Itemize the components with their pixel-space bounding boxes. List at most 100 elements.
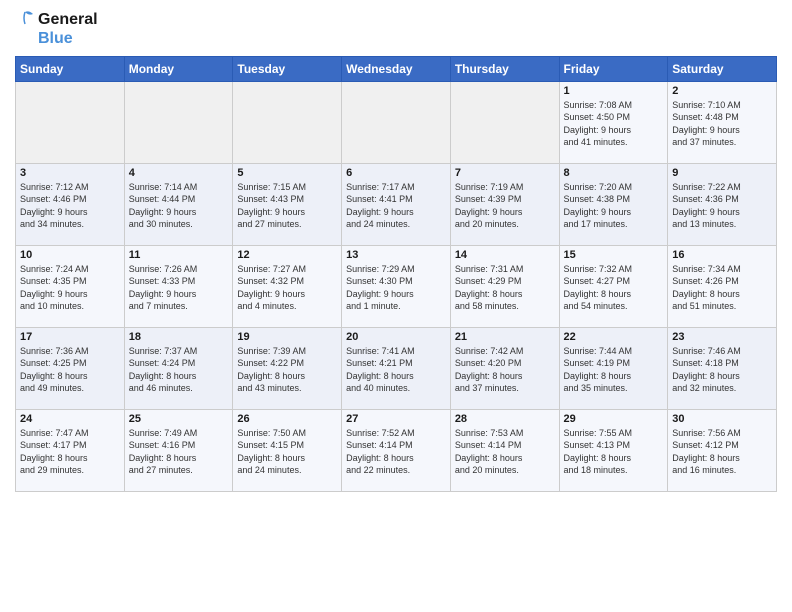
day-number: 22 xyxy=(564,331,664,343)
day-info: Sunrise: 7:47 AM Sunset: 4:17 PM Dayligh… xyxy=(20,427,120,477)
day-info: Sunrise: 7:46 AM Sunset: 4:18 PM Dayligh… xyxy=(672,345,772,395)
day-number: 15 xyxy=(564,249,664,261)
day-info: Sunrise: 7:26 AM Sunset: 4:33 PM Dayligh… xyxy=(129,263,229,313)
calendar-cell: 29 Sunrise: 7:55 AM Sunset: 4:13 PM Dayli… xyxy=(559,409,668,491)
day-info: Sunrise: 7:56 AM Sunset: 4:12 PM Dayligh… xyxy=(672,427,772,477)
calendar-cell: 2Sunrise: 7:10 AM Sunset: 4:48 PM Daylig… xyxy=(668,81,777,163)
day-info: Sunrise: 7:15 AM Sunset: 4:43 PM Dayligh… xyxy=(237,181,337,231)
calendar-cell: 1 Sunrise: 7:08 AM Sunset: 4:50 PM Daylig… xyxy=(559,81,668,163)
day-info: Sunrise: 7:17 AM Sunset: 4:41 PM Dayligh… xyxy=(346,181,446,231)
day-number: 7 xyxy=(455,167,555,179)
logo-text-blue: Blue xyxy=(38,30,98,48)
calendar-cell: 23 Sunrise: 7:46 AM Sunset: 4:18 PM Dayli… xyxy=(668,327,777,409)
calendar: SundayMondayTuesdayWednesdayThursdayFrid… xyxy=(15,56,777,492)
logo-container: General Blue xyxy=(15,10,98,48)
calendar-cell: 24 Sunrise: 7:47 AM Sunset: 4:17 PM Dayli… xyxy=(16,409,125,491)
day-number: 3 xyxy=(20,167,120,179)
day-number: 24 xyxy=(20,413,120,425)
calendar-cell: 17Sunrise: 7:36 AM Sunset: 4:25 PM Dayli… xyxy=(16,327,125,409)
calendar-cell: 10 Sunrise: 7:24 AM Sunset: 4:35 PM Dayli… xyxy=(16,245,125,327)
day-number: 10 xyxy=(20,249,120,261)
day-number: 16 xyxy=(672,249,772,261)
calendar-cell: 15Sunrise: 7:32 AM Sunset: 4:27 PM Dayli… xyxy=(559,245,668,327)
calendar-cell: 9 Sunrise: 7:22 AM Sunset: 4:36 PM Daylig… xyxy=(668,163,777,245)
day-info: Sunrise: 7:44 AM Sunset: 4:19 PM Dayligh… xyxy=(564,345,664,395)
calendar-cell: 7 Sunrise: 7:19 AM Sunset: 4:39 PM Daylig… xyxy=(450,163,559,245)
day-number: 21 xyxy=(455,331,555,343)
day-number: 25 xyxy=(129,413,229,425)
day-number: 18 xyxy=(129,331,229,343)
day-info: Sunrise: 7:31 AM Sunset: 4:29 PM Dayligh… xyxy=(455,263,555,313)
calendar-cell: 26 Sunrise: 7:50 AM Sunset: 4:15 PM Dayli… xyxy=(233,409,342,491)
calendar-cell: 8 Sunrise: 7:20 AM Sunset: 4:38 PM Daylig… xyxy=(559,163,668,245)
day-number: 13 xyxy=(346,249,446,261)
day-info: Sunrise: 7:39 AM Sunset: 4:22 PM Dayligh… xyxy=(237,345,337,395)
page: General Blue SundayMondayTuesdayWednesda… xyxy=(0,0,792,612)
weekday-header-thursday: Thursday xyxy=(450,56,559,81)
day-number: 9 xyxy=(672,167,772,179)
day-info: Sunrise: 7:08 AM Sunset: 4:50 PM Dayligh… xyxy=(564,99,664,149)
day-info: Sunrise: 7:52 AM Sunset: 4:14 PM Dayligh… xyxy=(346,427,446,477)
day-info: Sunrise: 7:14 AM Sunset: 4:44 PM Dayligh… xyxy=(129,181,229,231)
calendar-cell: 22 Sunrise: 7:44 AM Sunset: 4:19 PM Dayli… xyxy=(559,327,668,409)
calendar-cell: 6 Sunrise: 7:17 AM Sunset: 4:41 PM Daylig… xyxy=(342,163,451,245)
calendar-cell: 25 Sunrise: 7:49 AM Sunset: 4:16 PM Dayli… xyxy=(124,409,233,491)
header: General Blue xyxy=(15,10,777,48)
day-number: 1 xyxy=(564,85,664,97)
day-info: Sunrise: 7:41 AM Sunset: 4:21 PM Dayligh… xyxy=(346,345,446,395)
calendar-cell: 21 Sunrise: 7:42 AM Sunset: 4:20 PM Dayli… xyxy=(450,327,559,409)
weekday-header-wednesday: Wednesday xyxy=(342,56,451,81)
day-info: Sunrise: 7:42 AM Sunset: 4:20 PM Dayligh… xyxy=(455,345,555,395)
week-row-2: 3 Sunrise: 7:12 AM Sunset: 4:46 PM Daylig… xyxy=(16,163,777,245)
weekday-header-monday: Monday xyxy=(124,56,233,81)
day-info: Sunrise: 7:53 AM Sunset: 4:14 PM Dayligh… xyxy=(455,427,555,477)
calendar-cell: 18Sunrise: 7:37 AM Sunset: 4:24 PM Dayli… xyxy=(124,327,233,409)
day-number: 12 xyxy=(237,249,337,261)
calendar-cell: 13Sunrise: 7:29 AM Sunset: 4:30 PM Dayli… xyxy=(342,245,451,327)
day-info: Sunrise: 7:22 AM Sunset: 4:36 PM Dayligh… xyxy=(672,181,772,231)
week-row-5: 24 Sunrise: 7:47 AM Sunset: 4:17 PM Dayli… xyxy=(16,409,777,491)
logo-text-general: General xyxy=(38,11,98,29)
day-number: 4 xyxy=(129,167,229,179)
calendar-cell: 12 Sunrise: 7:27 AM Sunset: 4:32 PM Dayli… xyxy=(233,245,342,327)
calendar-cell: 27 Sunrise: 7:52 AM Sunset: 4:14 PM Dayli… xyxy=(342,409,451,491)
calendar-cell xyxy=(450,81,559,163)
day-number: 26 xyxy=(237,413,337,425)
calendar-cell xyxy=(233,81,342,163)
day-number: 29 xyxy=(564,413,664,425)
week-row-4: 17Sunrise: 7:36 AM Sunset: 4:25 PM Dayli… xyxy=(16,327,777,409)
calendar-cell: 14 Sunrise: 7:31 AM Sunset: 4:29 PM Dayli… xyxy=(450,245,559,327)
day-number: 5 xyxy=(237,167,337,179)
day-number: 23 xyxy=(672,331,772,343)
day-info: Sunrise: 7:19 AM Sunset: 4:39 PM Dayligh… xyxy=(455,181,555,231)
calendar-cell: 4 Sunrise: 7:14 AM Sunset: 4:44 PM Daylig… xyxy=(124,163,233,245)
week-row-1: 1 Sunrise: 7:08 AM Sunset: 4:50 PM Daylig… xyxy=(16,81,777,163)
calendar-cell xyxy=(16,81,125,163)
weekday-header-friday: Friday xyxy=(559,56,668,81)
calendar-cell: 16 Sunrise: 7:34 AM Sunset: 4:26 PM Dayli… xyxy=(668,245,777,327)
weekday-header-sunday: Sunday xyxy=(16,56,125,81)
day-info: Sunrise: 7:55 AM Sunset: 4:13 PM Dayligh… xyxy=(564,427,664,477)
day-info: Sunrise: 7:49 AM Sunset: 4:16 PM Dayligh… xyxy=(129,427,229,477)
calendar-cell: 30 Sunrise: 7:56 AM Sunset: 4:12 PM Dayli… xyxy=(668,409,777,491)
day-number: 14 xyxy=(455,249,555,261)
day-number: 17 xyxy=(20,331,120,343)
day-info: Sunrise: 7:20 AM Sunset: 4:38 PM Dayligh… xyxy=(564,181,664,231)
day-info: Sunrise: 7:34 AM Sunset: 4:26 PM Dayligh… xyxy=(672,263,772,313)
day-number: 8 xyxy=(564,167,664,179)
day-number: 30 xyxy=(672,413,772,425)
day-info: Sunrise: 7:27 AM Sunset: 4:32 PM Dayligh… xyxy=(237,263,337,313)
day-info: Sunrise: 7:50 AM Sunset: 4:15 PM Dayligh… xyxy=(237,427,337,477)
logo-bird-icon xyxy=(15,10,35,30)
day-number: 2 xyxy=(672,85,772,97)
week-row-3: 10 Sunrise: 7:24 AM Sunset: 4:35 PM Dayli… xyxy=(16,245,777,327)
weekday-header-tuesday: Tuesday xyxy=(233,56,342,81)
calendar-cell: 20 Sunrise: 7:41 AM Sunset: 4:21 PM Dayli… xyxy=(342,327,451,409)
calendar-cell: 5 Sunrise: 7:15 AM Sunset: 4:43 PM Daylig… xyxy=(233,163,342,245)
day-info: Sunrise: 7:12 AM Sunset: 4:46 PM Dayligh… xyxy=(20,181,120,231)
day-number: 20 xyxy=(346,331,446,343)
day-info: Sunrise: 7:24 AM Sunset: 4:35 PM Dayligh… xyxy=(20,263,120,313)
day-number: 27 xyxy=(346,413,446,425)
calendar-cell: 19Sunrise: 7:39 AM Sunset: 4:22 PM Dayli… xyxy=(233,327,342,409)
day-number: 6 xyxy=(346,167,446,179)
